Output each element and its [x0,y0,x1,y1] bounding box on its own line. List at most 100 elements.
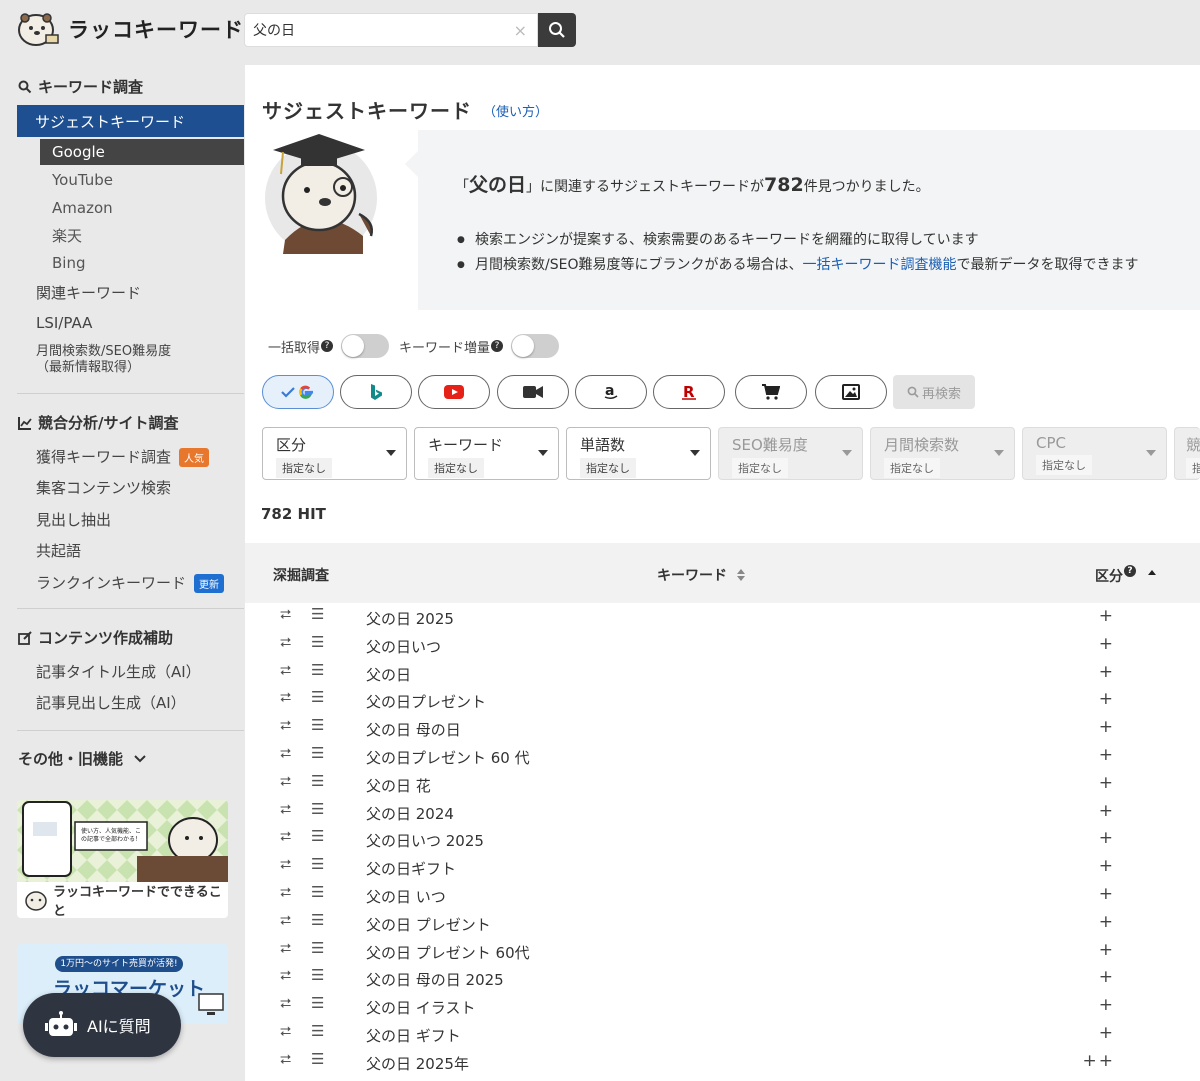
sidebar-sub-bing[interactable]: Bing [40,250,244,276]
filter-competition[interactable]: 競指 [1174,427,1200,480]
engine-bing-button[interactable] [340,375,412,409]
sidebar-item-title-gen[interactable]: 記事タイトル生成（AI） [36,661,201,682]
engine-video-button[interactable] [497,375,569,409]
keyword-cell[interactable]: 父の日ギフト [366,858,456,879]
sidebar-sub-youtube[interactable]: YouTube [40,167,244,193]
dig-repeat-icon[interactable]: ⮂ [280,857,291,873]
keyword-cell[interactable]: 父の日 花 [366,775,431,796]
sidebar-item-monthly[interactable]: 月間検索数/SEO難易度 （最新情報取得） [36,344,171,376]
dig-repeat-icon[interactable]: ⮂ [280,718,291,734]
sidebar-item-heading-gen[interactable]: 記事見出し生成（AI） [36,692,186,713]
menu-icon[interactable]: ☰ [311,911,324,929]
help-icon[interactable]: ? [1124,565,1136,577]
keyword-cell[interactable]: 父の日 母の日 [366,719,461,740]
dig-repeat-icon[interactable]: ⮂ [280,941,291,957]
help-icon[interactable]: ? [491,340,504,352]
help-icon[interactable]: ? [321,340,334,352]
keyword-cell[interactable]: 父の日 2025年 [366,1053,469,1074]
sidebar-item-rankin[interactable]: ランクインキーワード 更新 [36,572,225,593]
ai-question-button[interactable]: AIに質問 [23,993,181,1057]
bulk-fetch-toggle[interactable] [341,334,390,358]
keyword-cell[interactable]: 父の日 プレゼント [366,914,491,935]
sidebar-item-content-search[interactable]: 集客コンテンツ検索 [36,477,171,498]
filter-word-count[interactable]: 単語数 指定なし [566,427,711,480]
dig-repeat-icon[interactable]: ⮂ [280,802,291,818]
feature-banner[interactable]: 使い方、人気機能、この記事で全部わかる！ ラッコキーワードでできること [17,800,228,918]
dig-repeat-icon[interactable]: ⮂ [280,996,291,1012]
column-category[interactable]: 区分? [1095,565,1157,586]
menu-icon[interactable]: ☰ [311,800,324,818]
keyword-cell[interactable]: 父の日 [366,664,411,685]
menu-icon[interactable]: ☰ [311,827,324,845]
sidebar-item-label: （最新情報取得） [36,360,141,375]
keyword-cell[interactable]: 父の日 2024 [366,803,454,824]
research-button[interactable]: 再検索 [893,375,975,409]
clear-icon[interactable]: × [514,21,527,40]
keyword-cell[interactable]: 父の日 母の日 2025 [366,969,504,990]
dig-repeat-icon[interactable]: ⮂ [280,774,291,790]
menu-icon[interactable]: ☰ [311,1050,324,1068]
howto-link[interactable]: （使い方） [483,101,548,120]
dig-repeat-icon[interactable]: ⮂ [280,1024,291,1040]
search-button[interactable] [538,13,576,47]
menu-icon[interactable]: ☰ [311,1022,324,1040]
dig-repeat-icon[interactable]: ⮂ [280,829,291,845]
sidebar-item-headings[interactable]: 見出し抽出 [36,509,111,530]
sidebar-item-related[interactable]: 関連キーワード [36,282,141,303]
filter-category[interactable]: 区分 指定なし [262,427,407,480]
menu-icon[interactable]: ☰ [311,605,324,623]
engine-rakuten-button[interactable]: R [653,375,725,409]
keyword-increase-toggle[interactable] [511,334,560,358]
engine-image-button[interactable] [815,375,887,409]
dig-repeat-icon[interactable]: ⮂ [280,746,291,762]
dig-repeat-icon[interactable]: ⮂ [280,1052,291,1068]
brand-logo[interactable]: ラッコキーワード [16,10,244,48]
keyword-cell[interactable]: 父の日 プレゼント 60代 [366,942,530,963]
dig-repeat-icon[interactable]: ⮂ [280,885,291,901]
section-others[interactable]: その他・旧機能 [0,748,147,769]
keyword-cell[interactable]: 父の日プレゼント [366,691,486,712]
menu-icon[interactable]: ☰ [311,744,324,762]
menu-icon[interactable]: ☰ [311,633,324,651]
filter-seo-difficulty[interactable]: SEO難易度 指定なし [718,427,863,480]
keyword-cell[interactable]: 父の日いつ 2025 [366,830,484,851]
filter-keyword[interactable]: キーワード 指定なし [414,427,559,480]
menu-icon[interactable]: ☰ [311,855,324,873]
dig-repeat-icon[interactable]: ⮂ [280,913,291,929]
sidebar-item-cooccur[interactable]: 共起語 [36,540,81,561]
menu-icon[interactable]: ☰ [311,716,324,734]
keyword-cell[interactable]: 父の日 2025 [366,608,454,629]
dig-repeat-icon[interactable]: ⮂ [280,635,291,651]
menu-icon[interactable]: ☰ [311,966,324,984]
engine-youtube-button[interactable] [418,375,490,409]
engine-google-button[interactable] [262,375,334,409]
keyword-cell[interactable]: 父の日いつ [366,636,441,657]
sidebar-item-lsi[interactable]: LSI/PAA [36,314,92,332]
menu-icon[interactable]: ☰ [311,661,324,679]
filter-cpc[interactable]: CPC 指定なし [1022,427,1167,480]
engine-shopping-button[interactable] [735,375,807,409]
bulk-research-link[interactable]: 一括キーワード調査機能 [802,257,956,273]
search-input[interactable]: 父の日 × [244,13,538,47]
menu-icon[interactable]: ☰ [311,688,324,706]
keyword-cell[interactable]: 父の日 いつ [366,886,446,907]
sidebar-item-suggest[interactable]: サジェストキーワード [17,105,244,137]
menu-icon[interactable]: ☰ [311,939,324,957]
sidebar-sub-google[interactable]: Google [40,139,244,165]
menu-icon[interactable]: ☰ [311,883,324,901]
sidebar-sub-rakuten[interactable]: 楽天 [40,222,244,248]
engine-amazon-button[interactable]: a [575,375,647,409]
dig-repeat-icon[interactable]: ⮂ [280,607,291,623]
dig-repeat-icon[interactable]: ⮂ [280,690,291,706]
menu-icon[interactable]: ☰ [311,772,324,790]
keyword-cell[interactable]: 父の日 ギフト [366,1025,461,1046]
keyword-cell[interactable]: 父の日プレゼント 60 代 [366,747,530,768]
sidebar-item-acquired[interactable]: 獲得キーワード調査 人気 [36,446,210,467]
column-keyword[interactable]: キーワード [657,565,746,585]
keyword-cell[interactable]: 父の日 イラスト [366,997,475,1018]
sidebar-sub-amazon[interactable]: Amazon [40,195,244,221]
dig-repeat-icon[interactable]: ⮂ [280,968,291,984]
dig-repeat-icon[interactable]: ⮂ [280,663,291,679]
filter-monthly-volume[interactable]: 月間検索数 指定なし [870,427,1015,480]
menu-icon[interactable]: ☰ [311,994,324,1012]
